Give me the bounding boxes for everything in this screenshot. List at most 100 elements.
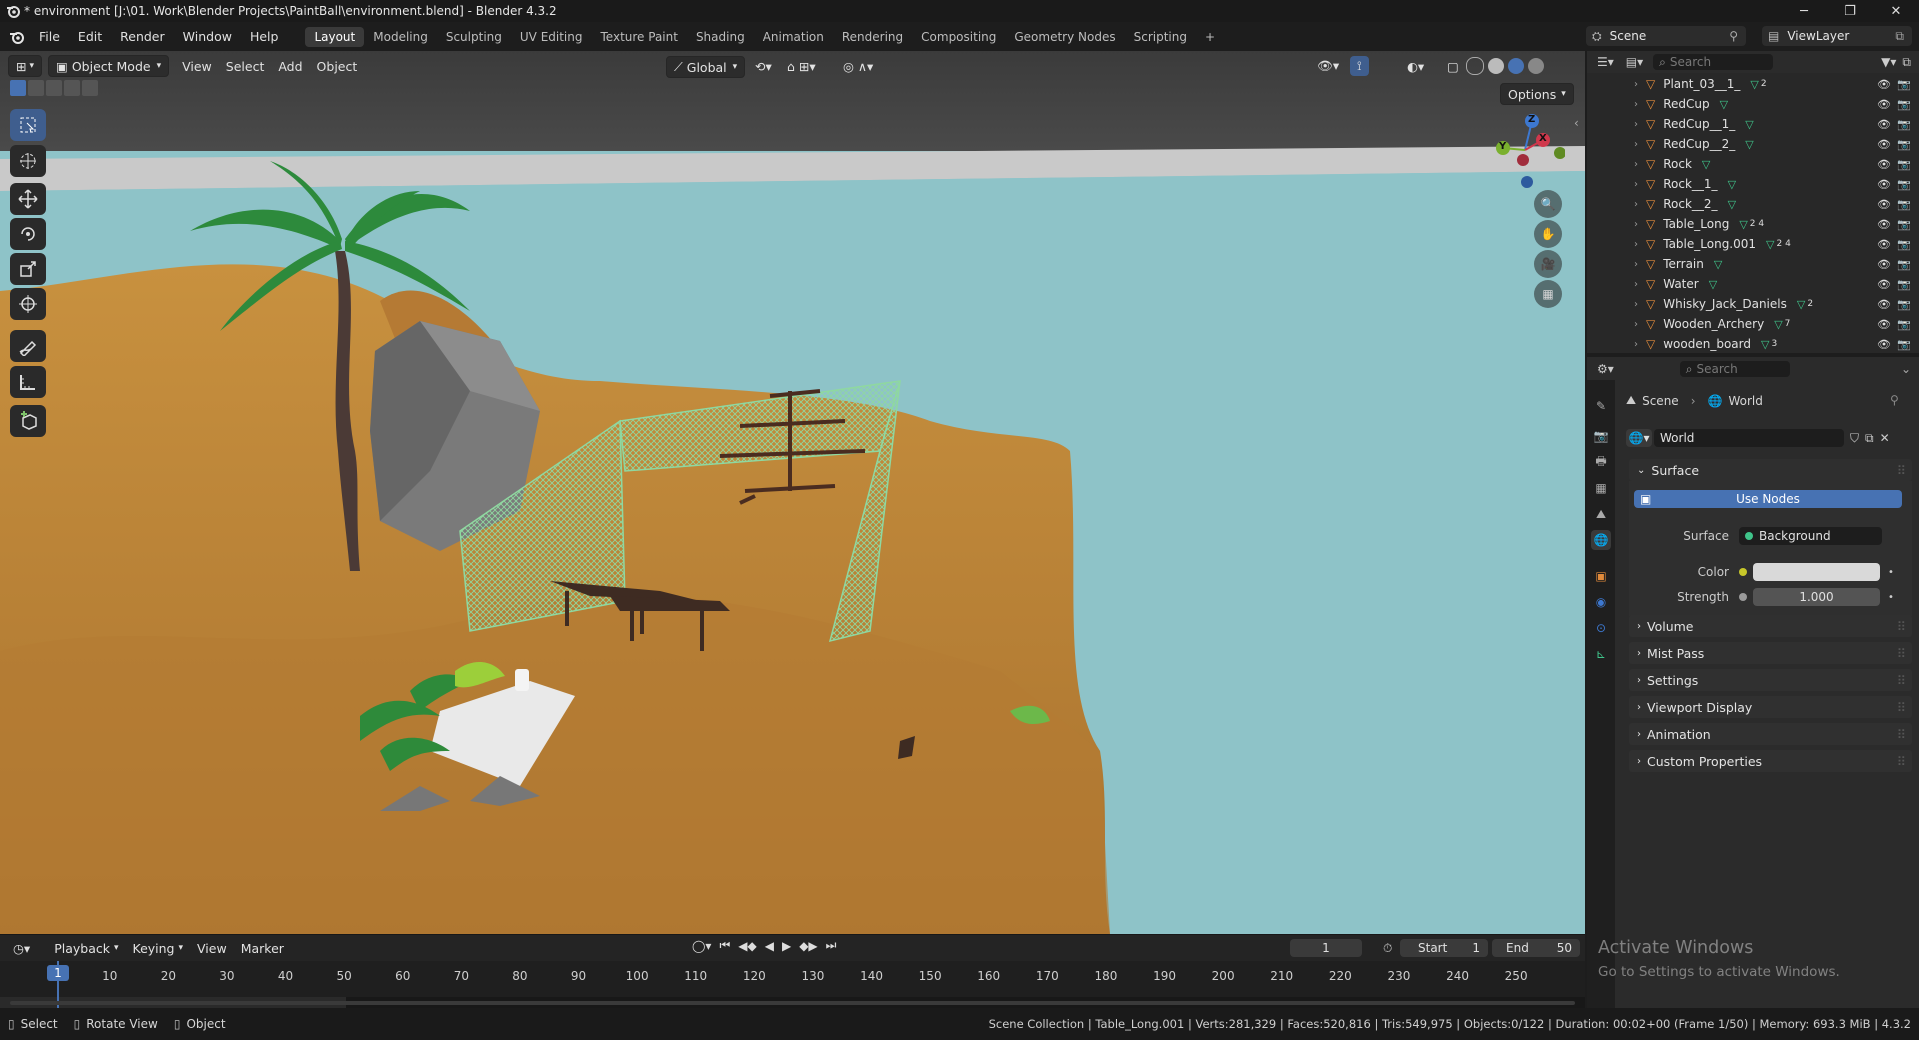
menu-add[interactable]: Add [271, 56, 309, 76]
jump-start-icon[interactable]: ⏮ [719, 938, 730, 953]
menu-playback[interactable]: Playback ▾ [47, 938, 125, 958]
outliner-item-name[interactable]: Wooden_Archery [1663, 317, 1764, 331]
outliner-item-name[interactable]: Whisky_Jack_Daniels [1663, 297, 1787, 311]
outliner-item-name[interactable]: Water [1663, 277, 1698, 291]
zoom-icon[interactable]: 🔍 [1534, 190, 1562, 218]
tab-scripting[interactable]: Scripting [1125, 27, 1196, 47]
select-invert-icon[interactable] [64, 80, 80, 96]
pin-icon[interactable]: ⚲ [1890, 393, 1899, 407]
panel-animation[interactable]: › Animation ⠿ [1629, 723, 1912, 745]
menu-timeline-view[interactable]: View [190, 938, 234, 958]
menu-edit[interactable]: Edit [69, 22, 111, 51]
timeline-editor-type-button[interactable]: ◷▾ [6, 938, 37, 958]
properties-options-icon[interactable]: ⌄ [1901, 362, 1911, 376]
breadcrumb-scene[interactable]: Scene [1642, 394, 1679, 408]
tab-compositing[interactable]: Compositing [912, 27, 1005, 47]
rotate-tool[interactable] [10, 218, 46, 250]
outliner-row[interactable]: › ▽ Table_Long ▽ 2 4 👁 📷 [1587, 214, 1919, 234]
outliner-item-name[interactable]: Plant_03__1_ [1663, 77, 1740, 91]
outliner-item-name[interactable]: Rock__1_ [1663, 177, 1717, 191]
strength-field[interactable]: 1.000 [1753, 588, 1880, 606]
outliner-row[interactable]: › ▽ Rock ▽ 👁 📷 [1587, 154, 1919, 174]
material-shading-icon[interactable] [1508, 58, 1524, 74]
navigation-gizmo[interactable]: Z X Y [1485, 110, 1566, 190]
expand-arrow-icon[interactable]: › [1634, 239, 1638, 250]
expand-arrow-icon[interactable]: › [1634, 279, 1638, 290]
outliner-item-name[interactable]: RedCup [1663, 97, 1709, 111]
tab-modeling[interactable]: Modeling [364, 27, 437, 47]
data-tab-icon[interactable]: ⊾ [1591, 644, 1611, 664]
expand-arrow-icon[interactable]: › [1634, 139, 1638, 150]
render-tab-icon[interactable]: 📷 [1591, 426, 1611, 446]
pivot-icon[interactable]: ⟲▾ [748, 56, 779, 76]
drag-handle-icon[interactable]: ⠿ [1897, 754, 1906, 769]
play-reverse-icon[interactable]: ◀ [765, 939, 774, 953]
expand-arrow-icon[interactable]: › [1634, 79, 1638, 90]
visibility-eye-icon[interactable]: 👁 [1877, 218, 1891, 231]
tab-geometry-nodes[interactable]: Geometry Nodes [1005, 27, 1124, 47]
prev-keyframe-icon[interactable]: ◀◆ [738, 939, 756, 953]
menu-select[interactable]: Select [219, 56, 272, 76]
tab-rendering[interactable]: Rendering [833, 27, 912, 47]
menu-file[interactable]: File [30, 22, 69, 51]
outliner-row[interactable]: › ▽ Rock__2_ ▽ 👁 📷 [1587, 194, 1919, 214]
wireframe-shading-icon[interactable] [1466, 57, 1484, 75]
add-workspace-button[interactable]: + [1196, 27, 1224, 47]
visibility-eye-icon[interactable]: 👁 [1877, 98, 1891, 111]
annotate-tool[interactable] [10, 330, 46, 362]
expand-arrow-icon[interactable]: › [1634, 219, 1638, 230]
use-nodes-button[interactable]: ▣ Use Nodes [1634, 490, 1902, 508]
panel-custom-properties[interactable]: › Custom Properties ⠿ [1629, 750, 1912, 772]
expand-arrow-icon[interactable]: › [1634, 259, 1638, 270]
outliner-row[interactable]: › ▽ RedCup__2_ ▽ 👁 📷 [1587, 134, 1919, 154]
visibility-eye-icon[interactable]: 👁 [1877, 178, 1891, 191]
next-keyframe-icon[interactable]: ◆▶ [799, 939, 817, 953]
outliner-item-name[interactable]: RedCup__2_ [1663, 137, 1735, 151]
tab-shading[interactable]: Shading [687, 27, 754, 47]
menu-object[interactable]: Object [310, 56, 365, 76]
sidebar-toggle-icon[interactable]: ‹ [1574, 116, 1579, 130]
gizmo-toggle-icon[interactable]: ⟟ [1350, 56, 1369, 76]
outliner-row[interactable]: › ▽ Water ▽ 👁 📷 [1587, 274, 1919, 294]
panel-settings[interactable]: › Settings ⠿ [1629, 669, 1912, 691]
render-camera-icon[interactable]: 📷 [1897, 318, 1911, 331]
menu-marker[interactable]: Marker [234, 938, 291, 958]
visibility-eye-icon[interactable]: 👁 [1877, 138, 1891, 151]
outliner-item-name[interactable]: Table_Long [1663, 217, 1729, 231]
visibility-eye-icon[interactable]: 👁 [1877, 238, 1891, 251]
tab-animation[interactable]: Animation [754, 27, 833, 47]
render-camera-icon[interactable]: 📷 [1897, 118, 1911, 131]
render-camera-icon[interactable]: 📷 [1897, 298, 1911, 311]
camera-view-icon[interactable]: 🎥 [1534, 250, 1562, 278]
expand-arrow-icon[interactable]: › [1634, 179, 1638, 190]
outliner-row[interactable]: › ▽ wooden_board ▽ 3 👁 📷 [1587, 334, 1919, 354]
jump-end-icon[interactable]: ⏭ [826, 938, 837, 953]
outliner-item-name[interactable]: Rock [1663, 157, 1692, 171]
render-camera-icon[interactable]: 📷 [1897, 138, 1911, 151]
visibility-eye-icon[interactable]: 👁 [1877, 258, 1891, 271]
transform-tool[interactable] [10, 288, 46, 320]
panel-volume[interactable]: › Volume ⠿ [1629, 615, 1912, 637]
modifiers-tab-icon[interactable]: ◉ [1591, 592, 1611, 612]
panel-viewport-display[interactable]: › Viewport Display ⠿ [1629, 696, 1912, 718]
menu-help[interactable]: Help [241, 22, 288, 51]
add-cube-tool[interactable] [10, 405, 46, 437]
menu-keying[interactable]: Keying ▾ [126, 938, 191, 958]
tab-uv-editing[interactable]: UV Editing [511, 27, 592, 47]
color-swatch[interactable] [1753, 563, 1880, 581]
scale-tool[interactable] [10, 253, 46, 285]
display-mode-icon[interactable]: ▤▾ [1626, 55, 1643, 69]
expand-arrow-icon[interactable]: › [1634, 159, 1638, 170]
end-frame-field[interactable]: End 50 [1492, 939, 1580, 957]
strength-keyframe-icon[interactable]: • [1888, 592, 1894, 603]
viewlayer-selector[interactable]: ▤ ViewLayer ⧉ [1762, 26, 1912, 46]
rendered-shading-icon[interactable] [1528, 58, 1544, 74]
overlays-icon[interactable]: ◐▾ [1400, 56, 1431, 76]
drag-handle-icon[interactable]: ⠿ [1897, 463, 1906, 478]
pan-hand-icon[interactable]: ✋ [1534, 220, 1562, 248]
tab-layout[interactable]: Layout [305, 26, 365, 47]
scene-selector[interactable]: ⛭ Scene ⚲ [1586, 26, 1746, 46]
expand-arrow-icon[interactable]: › [1634, 119, 1638, 130]
outliner-item-name[interactable]: Terrain [1663, 257, 1704, 271]
select-subtract-icon[interactable] [46, 80, 62, 96]
